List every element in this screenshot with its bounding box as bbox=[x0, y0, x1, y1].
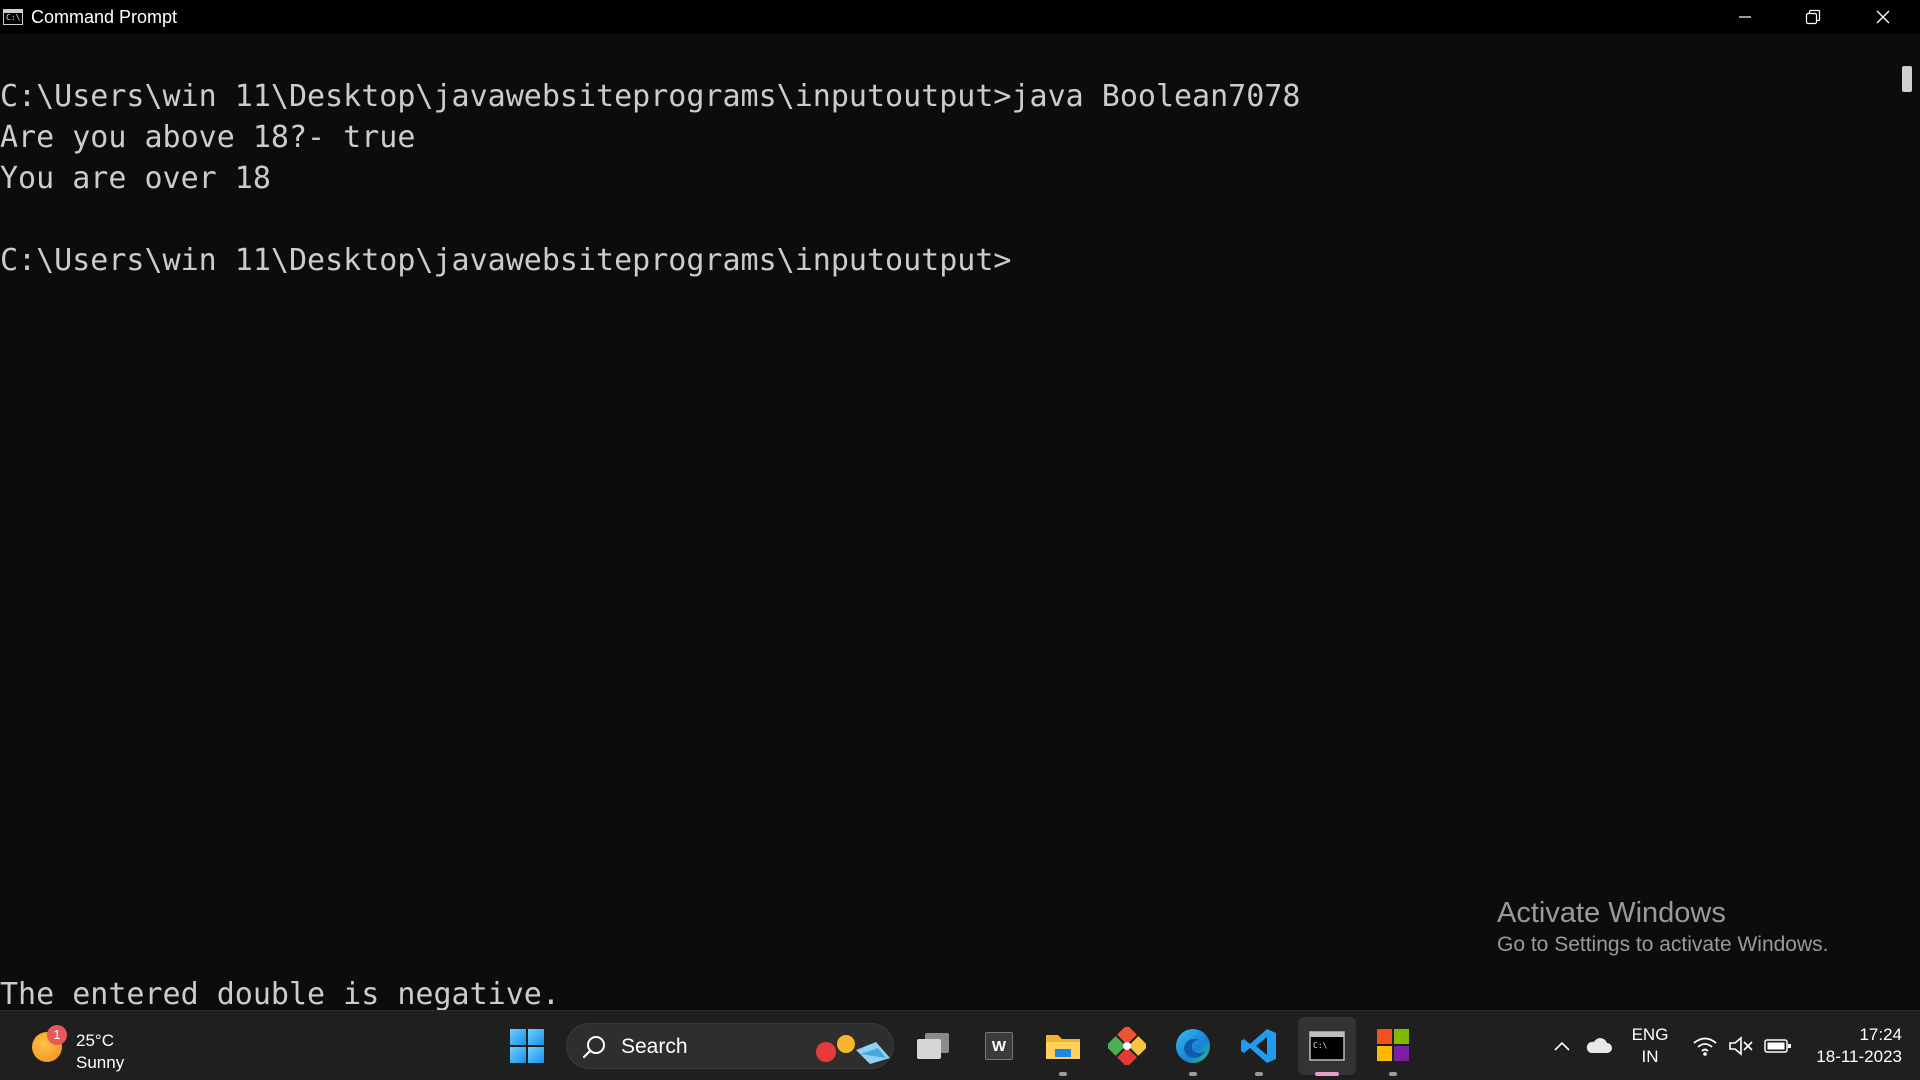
file-explorer-button[interactable] bbox=[1038, 1011, 1088, 1080]
battery-tray-button[interactable] bbox=[1762, 1011, 1794, 1080]
watermark-subtitle: Go to Settings to activate Windows. bbox=[1497, 933, 1829, 956]
command-prompt-taskbar-button[interactable]: C:\ bbox=[1298, 1017, 1356, 1076]
minimize-button[interactable] bbox=[1710, 0, 1780, 34]
window-title: Command Prompt bbox=[31, 7, 178, 27]
console-line-prompt[interactable]: C:\Users\win 11\Desktop\javawebsiteprogr… bbox=[0, 240, 1300, 281]
restore-button[interactable] bbox=[1778, 0, 1848, 34]
svg-text:C:\: C:\ bbox=[1313, 1041, 1328, 1050]
file-explorer-icon bbox=[1046, 1035, 1080, 1059]
show-hidden-icons-button[interactable] bbox=[1548, 1011, 1576, 1080]
word-icon-letter: W bbox=[991, 1037, 1007, 1055]
command-prompt-icon: C:\ bbox=[1309, 1031, 1345, 1061]
edge-icon bbox=[1176, 1029, 1210, 1063]
activate-windows-watermark: Activate Windows Go to Settings to activ… bbox=[1497, 895, 1829, 959]
title-bar[interactable]: C:\ Command Prompt bbox=[0, 0, 1920, 34]
close-icon bbox=[1876, 10, 1890, 24]
clock-date: 18-11-2023 bbox=[1816, 1047, 1902, 1066]
vscode-icon bbox=[1241, 1029, 1276, 1063]
battery-icon bbox=[1764, 1039, 1791, 1053]
start-icon bbox=[510, 1029, 544, 1063]
volume-muted-icon bbox=[1729, 1036, 1753, 1056]
start-button[interactable] bbox=[502, 1011, 552, 1080]
git-app-button[interactable] bbox=[1102, 1011, 1152, 1080]
onedrive-tray-button[interactable] bbox=[1582, 1011, 1616, 1080]
store-app-button[interactable] bbox=[1368, 1011, 1418, 1080]
cloud-icon bbox=[1586, 1038, 1612, 1053]
vscode-app-button[interactable] bbox=[1234, 1011, 1284, 1080]
close-button[interactable] bbox=[1848, 0, 1918, 34]
git-icon bbox=[1108, 1027, 1146, 1065]
word-app-button[interactable]: W bbox=[974, 1011, 1024, 1080]
running-indicator bbox=[1255, 1072, 1263, 1076]
console-output[interactable]: C:\Users\win 11\Desktop\javawebsiteprogr… bbox=[0, 34, 1895, 1010]
network-tray-button[interactable] bbox=[1690, 1011, 1720, 1080]
active-window-indicator bbox=[1315, 1072, 1339, 1076]
chevron-up-icon bbox=[1554, 1041, 1570, 1051]
console-line-bottom: The entered double is negative. bbox=[0, 977, 560, 1010]
wifi-icon bbox=[1693, 1037, 1717, 1056]
edge-app-button[interactable] bbox=[1168, 1011, 1218, 1080]
running-indicator bbox=[1189, 1072, 1197, 1076]
weather-condition: Sunny bbox=[76, 1053, 125, 1072]
window-icon-label: C:\ bbox=[6, 13, 21, 22]
language-code: ENG bbox=[1631, 1025, 1669, 1044]
search-icon bbox=[582, 1036, 605, 1059]
store-icon bbox=[1377, 1029, 1409, 1061]
running-indicator bbox=[1059, 1072, 1067, 1076]
task-view-icon bbox=[917, 1033, 949, 1059]
restore-icon bbox=[1805, 9, 1821, 25]
desktop-screen: C:\ Command Prompt C:\Users\win 11\Deskt… bbox=[0, 0, 1920, 1080]
clock-time: 17:24 bbox=[1859, 1025, 1902, 1044]
word-icon: W bbox=[985, 1032, 1013, 1060]
volume-tray-button[interactable] bbox=[1726, 1011, 1756, 1080]
minimize-icon bbox=[1739, 16, 1751, 18]
taskbar: 1 25°C Sunny Search W C:\ ENG IN 17:24 1… bbox=[0, 1010, 1920, 1080]
weather-widget[interactable]: 1 25°C Sunny bbox=[30, 1019, 150, 1073]
console-line-command: C:\Users\win 11\Desktop\javawebsiteprogr… bbox=[0, 79, 1301, 114]
taskbar-clock[interactable]: 17:24 18-11-2023 bbox=[1806, 1024, 1902, 1068]
scrollbar-thumb[interactable] bbox=[1902, 66, 1912, 92]
search-highlight-icon bbox=[816, 1035, 890, 1064]
running-indicator bbox=[1389, 1072, 1397, 1076]
search-label: Search bbox=[621, 1035, 688, 1058]
console-line-question: Are you above 18?- true bbox=[0, 120, 416, 155]
command-prompt-window-icon[interactable]: C:\ bbox=[3, 9, 23, 25]
watermark-title: Activate Windows bbox=[1497, 897, 1726, 929]
weather-temperature: 25°C bbox=[76, 1031, 114, 1050]
console-line-result: You are over 18 bbox=[0, 161, 271, 196]
vertical-scrollbar[interactable] bbox=[1895, 34, 1920, 1010]
region-code: IN bbox=[1641, 1047, 1659, 1066]
task-view-button[interactable] bbox=[908, 1011, 958, 1080]
language-indicator[interactable]: ENG IN bbox=[1628, 1024, 1672, 1068]
weather-badge: 1 bbox=[47, 1025, 67, 1045]
taskbar-search-box[interactable]: Search bbox=[566, 1023, 894, 1069]
